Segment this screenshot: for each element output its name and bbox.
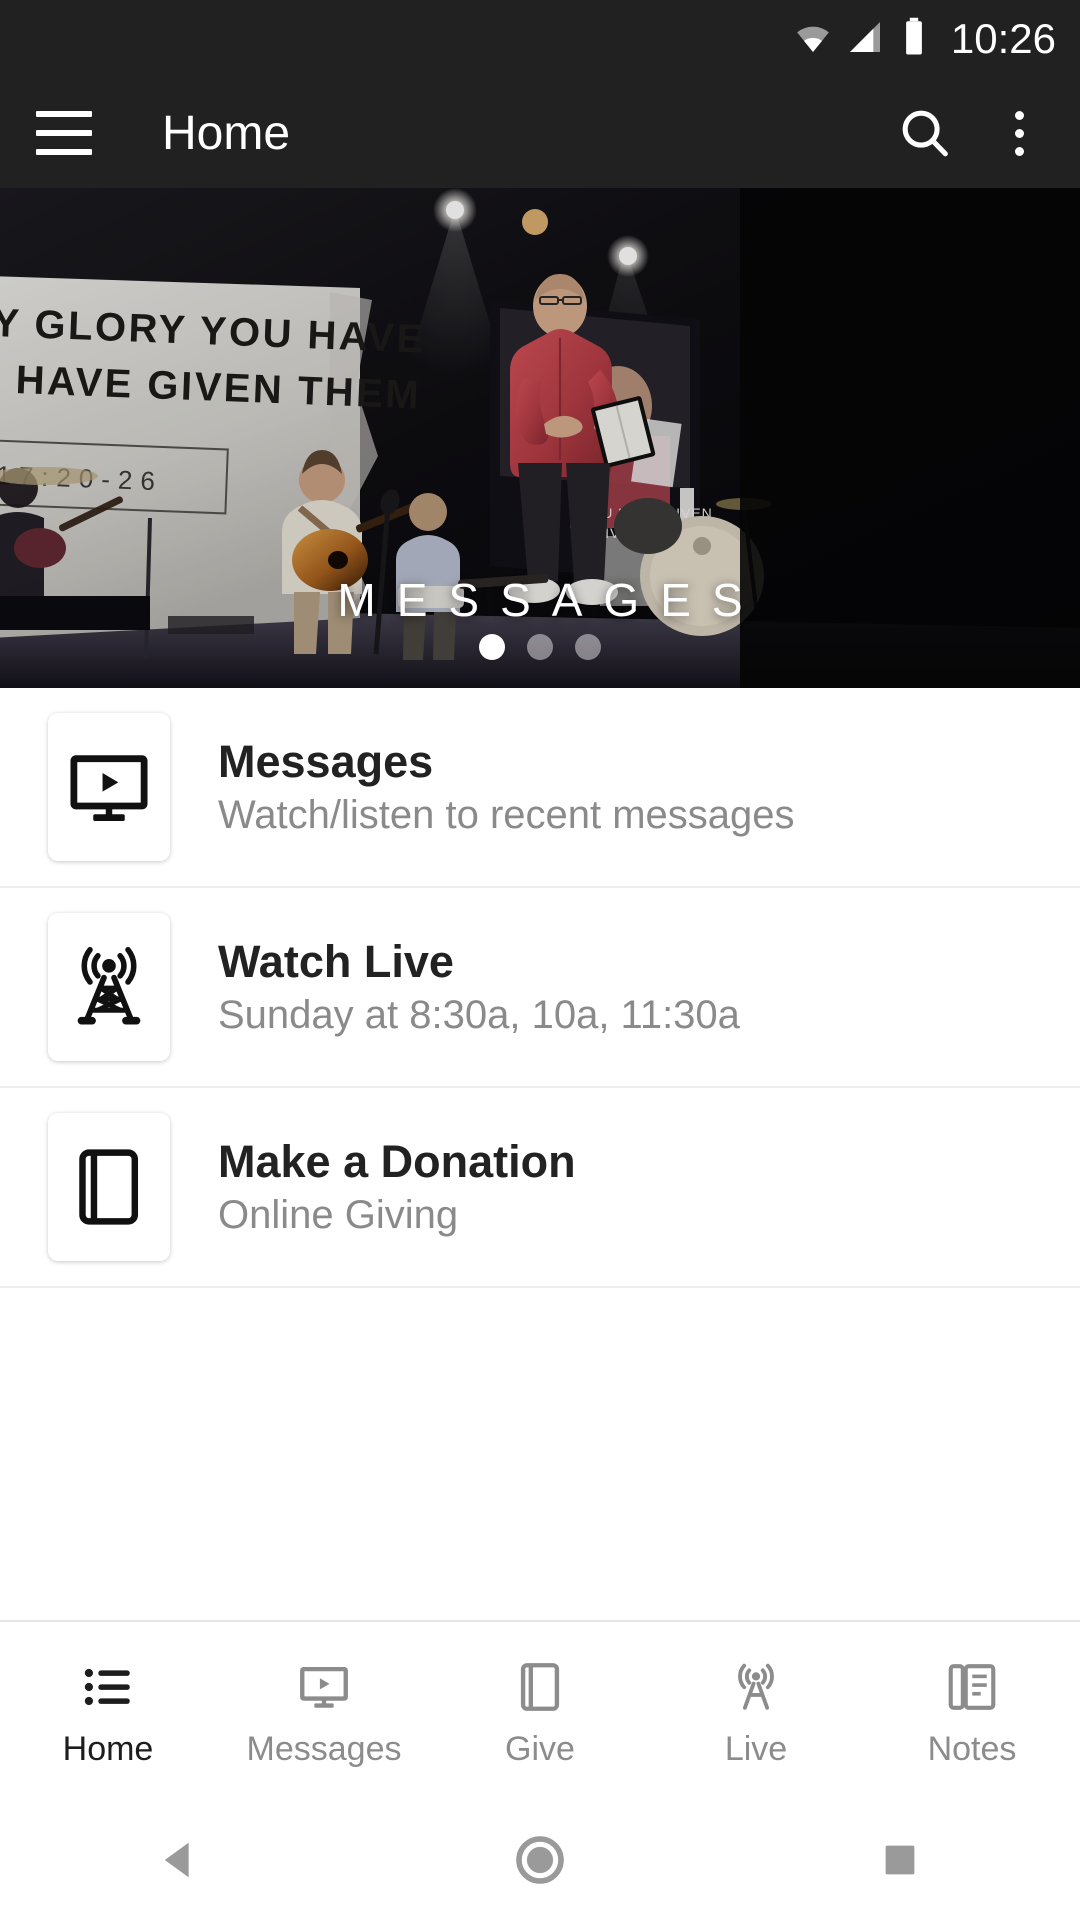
cell-signal-icon [845,17,885,62]
list-item-subtitle: Sunday at 8:30a, 10a, 11:30a [218,992,740,1037]
notes-icon [943,1656,1001,1718]
list-tail-spacer [0,1288,1080,1302]
monitor-play-icon [295,1656,353,1718]
list-item-title: Watch Live [218,935,454,987]
list-item-subtitle: Watch/listen to recent messages [218,792,795,837]
nav-item-notes[interactable]: Notes [864,1622,1080,1800]
list-icon [79,1656,137,1718]
search-icon[interactable] [890,98,960,168]
recents-square-icon[interactable] [720,1837,1080,1883]
carousel-dots [0,634,1080,660]
carousel-dot-2[interactable] [527,634,553,660]
nav-item-messages[interactable]: Messages [216,1622,432,1800]
monitor-play-icon [48,713,170,861]
nav-item-live[interactable]: Live [648,1622,864,1800]
carousel-dot-3[interactable] [575,634,601,660]
hero-carousel[interactable]: Y GLORY YOU HAVE I HAVE GIVEN THEM 17:20… [0,188,1080,688]
list-item-make-a-donation[interactable]: Make a Donation Online Giving [0,1088,1080,1288]
hero-overlay-title: MESSAGES [337,574,764,626]
nav-item-home[interactable]: Home [0,1622,216,1800]
list-item-text: Messages Watch/listen to recent messages [218,736,795,839]
carousel-dot-1[interactable] [479,634,505,660]
nav-item-give[interactable]: Give [432,1622,648,1800]
nav-label: Live [724,1730,788,1768]
list-item-text: Watch Live Sunday at 8:30a, 10a, 11:30a [218,936,740,1039]
list-item-watch-live[interactable]: Watch Live Sunday at 8:30a, 10a, 11:30a [0,888,1080,1088]
back-triangle-icon[interactable] [0,1834,360,1886]
hamburger-menu-icon[interactable] [36,104,94,162]
status-bar: 10:26 [0,0,1080,78]
nav-label: Messages [246,1730,402,1768]
list-item-title: Messages [218,735,434,787]
book-icon [511,1656,569,1718]
list-item-text: Make a Donation Online Giving [218,1136,576,1239]
nav-label: Notes [927,1730,1017,1768]
list-item-title: Make a Donation [218,1135,576,1187]
bottom-navigation-bar: Home Messages Give Live Notes [0,1620,1080,1800]
app-bar: Home [0,78,1080,188]
page-title: Home [162,106,291,160]
home-list: Messages Watch/listen to recent messages [0,688,1080,1302]
nav-label: Give [505,1730,575,1768]
home-circle-icon[interactable] [360,1832,720,1888]
android-system-nav [0,1800,1080,1920]
wifi-icon [793,17,833,62]
broadcast-signal-icon [727,1656,785,1718]
broadcast-tower-icon [48,913,170,1061]
more-vertical-icon[interactable] [994,98,1044,168]
list-item-subtitle: Online Giving [218,1192,459,1237]
book-icon [48,1113,170,1261]
status-clock: 10:26 [950,15,1056,62]
nav-label: Home [62,1730,154,1768]
list-item-messages[interactable]: Messages Watch/listen to recent messages [0,688,1080,888]
battery-icon [897,16,931,63]
